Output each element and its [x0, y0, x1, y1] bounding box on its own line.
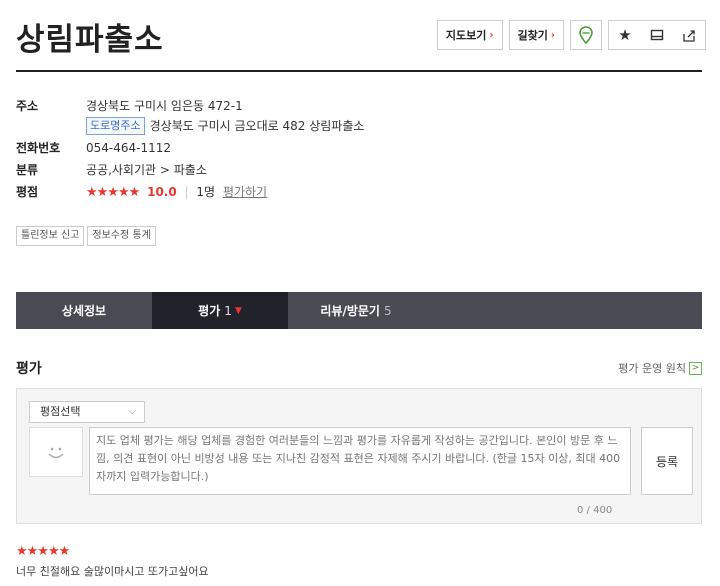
review-input[interactable] — [89, 427, 631, 495]
directions-button[interactable]: 길찾기 › — [508, 20, 564, 50]
chevron-right-icon: > — [689, 361, 702, 375]
char-counter: 0 / 400 — [577, 505, 613, 516]
phone-row: 전화번호 054-464-1112 — [16, 139, 364, 157]
review-stars-icon: ★★★★★ — [16, 544, 70, 559]
submit-button[interactable]: 등록 — [641, 427, 693, 495]
divider: | — [184, 185, 189, 199]
map-pin-button[interactable] — [570, 20, 602, 50]
rate-link[interactable]: 평가하기 — [223, 185, 267, 199]
tab-count: 5 — [383, 303, 392, 318]
rating-stars-icon: ★★★★★ — [86, 185, 140, 200]
chevron-down-icon: ⌵ — [128, 406, 136, 417]
chevron-right-icon: › — [550, 29, 555, 41]
info-actions: 틀린정보 신고 정보수정 통계 — [16, 226, 159, 246]
action-icon-group: ★ — [608, 20, 706, 50]
avatar — [29, 427, 83, 477]
share-icon[interactable] — [673, 21, 705, 49]
map-view-button[interactable]: 지도보기 › — [436, 20, 503, 50]
rating-select[interactable]: 평점선택 ⌵ — [29, 401, 145, 423]
address-value: 경상북도 구미시 임은동 472-1 — [86, 99, 243, 113]
rating-score: 10.0 — [147, 185, 177, 199]
caret-down-icon: ▼ — [234, 305, 242, 316]
road-address-tag: 도로명주소 — [86, 117, 145, 135]
phone-value: 054-464-1112 — [86, 141, 172, 155]
map-pin-icon — [579, 26, 593, 44]
rating-row: 평점 ★★★★★ 10.0 | 1명 평가하기 — [16, 183, 364, 202]
category-value: 공공,사회기관 > 파출소 — [86, 163, 207, 177]
address-row: 주소 경상북도 구미시 임은동 472-1 도로명주소 경상북도 구미시 금오대… — [16, 97, 364, 135]
section-title: 평가 — [16, 361, 42, 377]
road-address-value: 경상북도 구미시 금오대로 482 상림파출소 — [149, 119, 365, 133]
tab-reviews[interactable]: 리뷰/방문기 5 — [288, 292, 424, 329]
directions-label: 길찾기 — [517, 29, 548, 42]
policy-link[interactable]: 평가 운영 원칙 > — [618, 360, 702, 376]
rating-count: 1명 — [196, 185, 216, 199]
category-row: 분류 공공,사회기관 > 파출소 — [16, 161, 364, 179]
tab-bar: 상세정보 평가 1 ▼ 리뷰/방문기 5 — [16, 292, 702, 329]
page-title: 상림파출소 — [16, 22, 164, 58]
favorite-star-icon[interactable]: ★ — [609, 21, 641, 49]
smiley-icon — [48, 447, 64, 459]
address-label: 주소 — [16, 99, 39, 113]
tab-ratings[interactable]: 평가 1 ▼ — [152, 292, 288, 329]
rating-label: 평점 — [16, 185, 39, 199]
tab-details[interactable]: 상세정보 — [16, 292, 152, 329]
rating-form: 평점선택 ⌵ 등록 0 / 400 — [16, 388, 702, 524]
top-toolbar: 지도보기 › 길찾기 › ★ — [431, 20, 706, 50]
phone-label: 전화번호 — [16, 141, 61, 155]
header-divider — [16, 70, 702, 72]
edit-stats-button[interactable]: 정보수정 통계 — [87, 226, 156, 246]
place-info: 주소 경상북도 구미시 임은동 472-1 도로명주소 경상북도 구미시 금오대… — [16, 97, 364, 206]
tab-count: 1 — [224, 303, 232, 318]
print-icon[interactable] — [641, 21, 673, 49]
review-text: 너무 친절해요 술많이마시고 또가고싶어요 — [16, 565, 209, 578]
category-label: 분류 — [16, 163, 39, 177]
chevron-right-icon: › — [489, 29, 494, 41]
map-view-label: 지도보기 — [445, 29, 487, 42]
report-error-button[interactable]: 틀린정보 신고 — [16, 226, 85, 246]
